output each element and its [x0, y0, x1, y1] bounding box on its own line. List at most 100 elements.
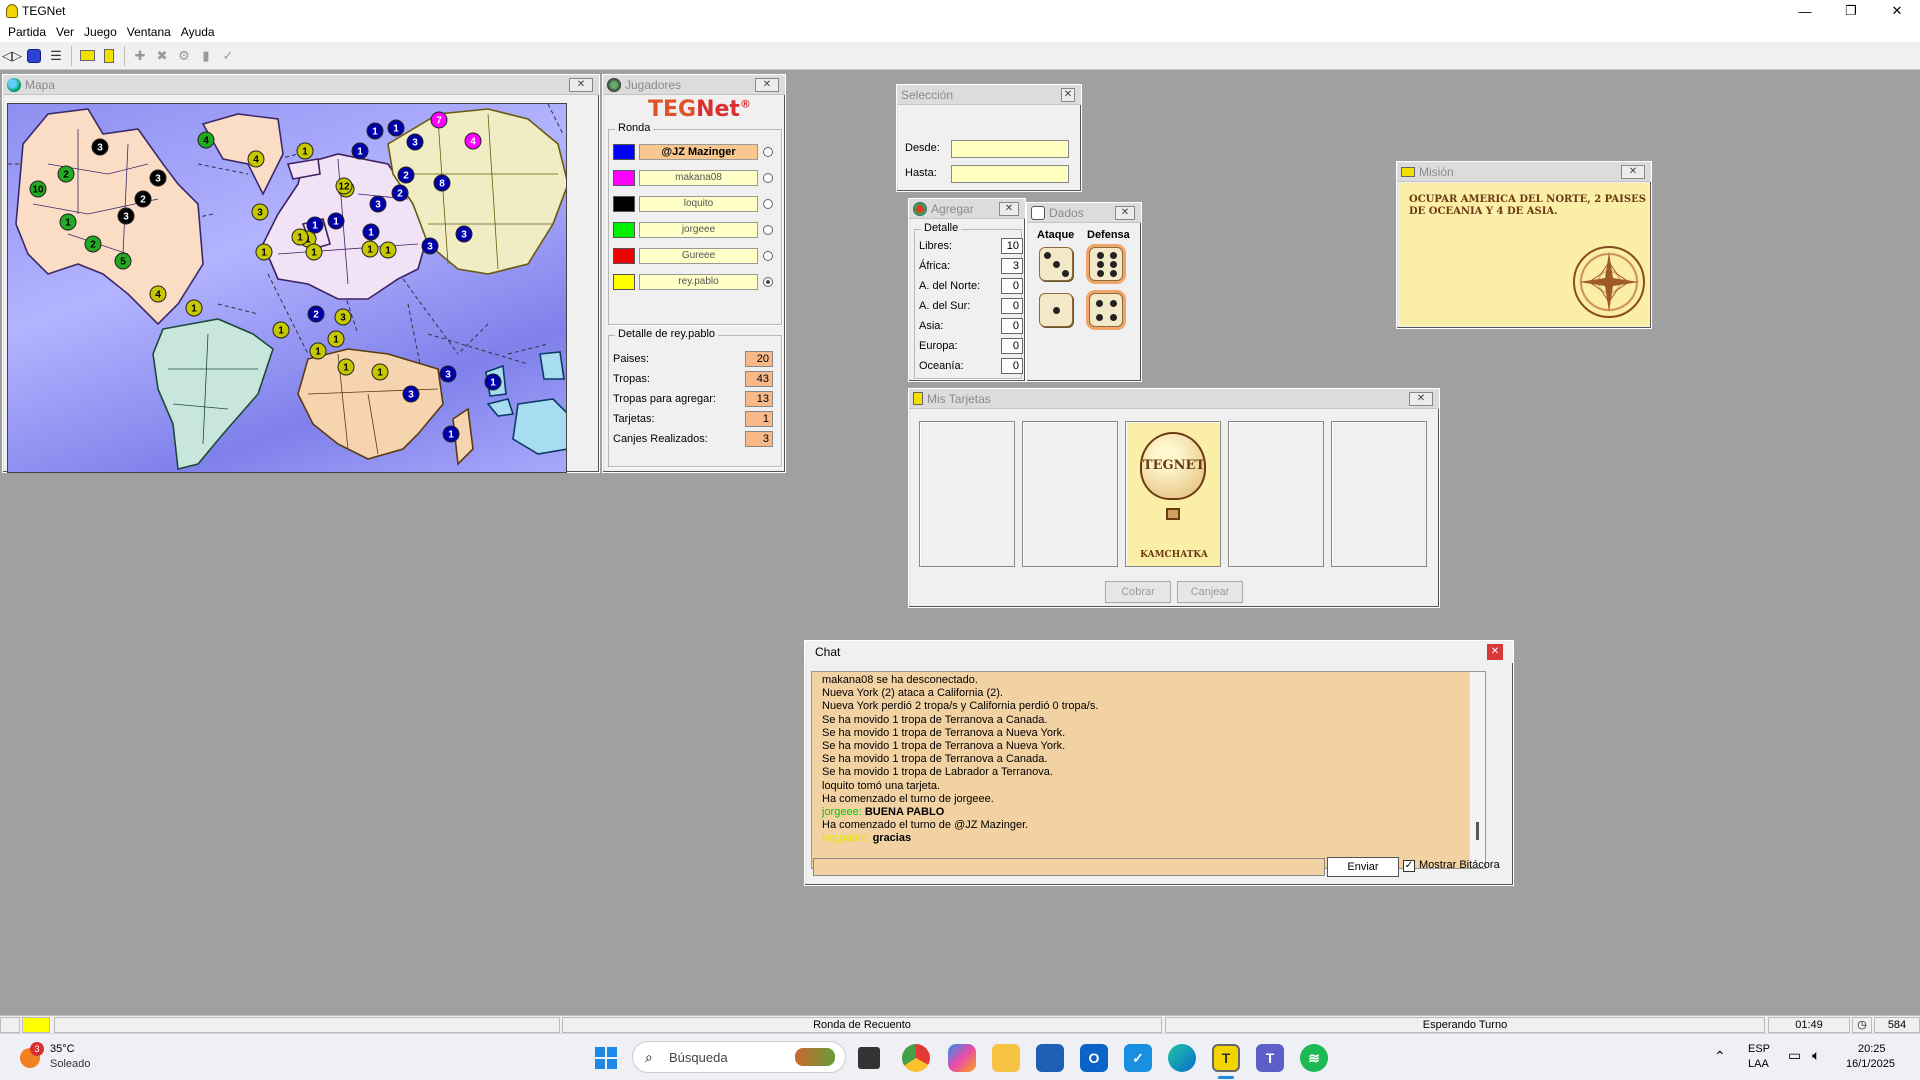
- troop-marker[interactable]: 8: [433, 174, 451, 192]
- card-slot-2[interactable]: [1022, 421, 1118, 567]
- troop-marker[interactable]: 2: [391, 184, 409, 202]
- troop-marker[interactable]: 2: [84, 235, 102, 253]
- chat-scrollbar[interactable]: [1469, 672, 1485, 868]
- troop-marker[interactable]: 3: [402, 385, 420, 403]
- close-icon[interactable]: ✕: [1115, 206, 1135, 220]
- troop-marker[interactable]: 2: [307, 305, 325, 323]
- add-row-value[interactable]: 0: [1001, 358, 1023, 374]
- card-slot-3[interactable]: TEGNET KAMCHATKA: [1125, 421, 1221, 567]
- troop-marker[interactable]: 1: [309, 342, 327, 360]
- troop-marker[interactable]: 1: [255, 243, 273, 261]
- clock-time[interactable]: 20:25: [1858, 1043, 1886, 1055]
- attack-icon[interactable]: ✖: [152, 46, 172, 66]
- troop-marker[interactable]: 1: [366, 122, 384, 140]
- troop-marker[interactable]: 1: [371, 363, 389, 381]
- close-icon[interactable]: ✕: [1487, 644, 1503, 660]
- player-row[interactable]: jorgeee: [613, 221, 773, 239]
- troop-marker[interactable]: 4: [464, 132, 482, 150]
- to-field[interactable]: [951, 165, 1069, 183]
- menu-partida[interactable]: Partida: [3, 25, 51, 39]
- add-row-value[interactable]: 0: [1001, 318, 1023, 334]
- player-row[interactable]: @JZ Mazinger: [613, 143, 773, 161]
- troop-marker[interactable]: 3: [439, 365, 457, 383]
- maximize-button[interactable]: ❐: [1828, 0, 1874, 22]
- troop-marker[interactable]: 1: [327, 212, 345, 230]
- regroup-icon[interactable]: ⚙: [174, 46, 194, 66]
- troop-marker[interactable]: 4: [149, 285, 167, 303]
- troop-marker[interactable]: 12: [335, 177, 353, 195]
- troop-marker[interactable]: 1: [442, 425, 460, 443]
- close-icon[interactable]: ✕: [755, 78, 779, 92]
- troop-marker[interactable]: 1: [291, 228, 309, 246]
- troop-marker[interactable]: 1: [305, 243, 323, 261]
- add-troops-icon[interactable]: ✚: [130, 46, 150, 66]
- edge-icon[interactable]: [1168, 1044, 1196, 1072]
- menu-ventana[interactable]: Ventana: [122, 25, 176, 39]
- troop-marker[interactable]: 1: [484, 373, 502, 391]
- network-icon[interactable]: ▭: [1788, 1047, 1801, 1064]
- menu-ayuda[interactable]: Ayuda: [176, 25, 220, 39]
- send-button[interactable]: Enviar: [1327, 857, 1399, 877]
- todo-icon[interactable]: ✓: [1124, 1044, 1152, 1072]
- troop-marker[interactable]: 3: [369, 195, 387, 213]
- close-icon[interactable]: ✕: [1061, 88, 1075, 102]
- player-row[interactable]: Gureee: [613, 247, 773, 265]
- taskbar-search[interactable]: ⌕ Búsqueda: [632, 1041, 846, 1073]
- troop-marker[interactable]: 7: [430, 111, 448, 129]
- tegnet-taskbar-icon[interactable]: T: [1212, 1044, 1240, 1072]
- lang-2[interactable]: LAA: [1748, 1058, 1769, 1070]
- player-row[interactable]: rey.pablo: [613, 273, 773, 291]
- chrome-icon[interactable]: [902, 1044, 930, 1072]
- clock-date[interactable]: 16/1/2025: [1846, 1058, 1895, 1070]
- troop-marker[interactable]: 3: [421, 237, 439, 255]
- player-radio[interactable]: [763, 225, 773, 235]
- player-row[interactable]: loquito: [613, 195, 773, 213]
- start-icon[interactable]: [24, 46, 44, 66]
- list-icon[interactable]: ☰: [46, 46, 66, 66]
- scrollbar-thumb[interactable]: [1476, 822, 1479, 840]
- card-slot-1[interactable]: [919, 421, 1015, 567]
- volume-icon[interactable]: 🔈︎: [1812, 1047, 1820, 1064]
- troop-marker[interactable]: 1: [327, 330, 345, 348]
- troop-marker[interactable]: 1: [362, 223, 380, 241]
- start-button[interactable]: [592, 1044, 620, 1072]
- close-icon[interactable]: ✕: [999, 202, 1019, 216]
- troop-marker[interactable]: 2: [57, 165, 75, 183]
- troop-marker[interactable]: 1: [59, 213, 77, 231]
- teams-icon[interactable]: T: [1256, 1044, 1284, 1072]
- player-radio[interactable]: [763, 277, 773, 287]
- troop-marker[interactable]: 1: [296, 142, 314, 160]
- task-view-icon[interactable]: [858, 1047, 880, 1069]
- troop-marker[interactable]: 5: [114, 252, 132, 270]
- collect-button[interactable]: Cobrar: [1105, 581, 1171, 603]
- world-map[interactable]: 3231023125441312341121111111131111111374…: [7, 103, 567, 473]
- exchange-button[interactable]: Canjear: [1177, 581, 1243, 603]
- troop-marker[interactable]: 3: [334, 308, 352, 326]
- copilot-icon[interactable]: [948, 1044, 976, 1072]
- microsoft-store-icon[interactable]: [1036, 1044, 1064, 1072]
- close-icon[interactable]: ✕: [1409, 392, 1433, 406]
- outlook-icon[interactable]: O: [1080, 1044, 1108, 1072]
- file-explorer-icon[interactable]: [992, 1044, 1020, 1072]
- spotify-icon[interactable]: ≋: [1300, 1044, 1328, 1072]
- troop-marker[interactable]: 1: [272, 321, 290, 339]
- add-row-value[interactable]: 0: [1001, 278, 1023, 294]
- add-row-value[interactable]: 3: [1001, 258, 1023, 274]
- troop-marker[interactable]: 3: [149, 169, 167, 187]
- menu-juego[interactable]: Juego: [79, 25, 122, 39]
- troop-marker[interactable]: 1: [379, 241, 397, 259]
- card-slot-4[interactable]: [1228, 421, 1324, 567]
- troop-marker[interactable]: 1: [306, 216, 324, 234]
- player-radio[interactable]: [763, 251, 773, 261]
- menu-ver[interactable]: Ver: [51, 25, 79, 39]
- add-row-value[interactable]: 0: [1001, 298, 1023, 314]
- close-button[interactable]: ✕: [1874, 0, 1920, 22]
- connect-icon[interactable]: ◁▷: [2, 46, 22, 66]
- chat-input[interactable]: [813, 858, 1325, 876]
- get-card-icon[interactable]: ▮: [196, 46, 216, 66]
- end-turn-icon[interactable]: ✓: [218, 46, 238, 66]
- player-row[interactable]: makana08: [613, 169, 773, 187]
- troop-marker[interactable]: 2: [134, 190, 152, 208]
- player-radio[interactable]: [763, 199, 773, 209]
- chat-log[interactable]: makana08 se ha desconectado. Nueva York (…: [811, 671, 1486, 869]
